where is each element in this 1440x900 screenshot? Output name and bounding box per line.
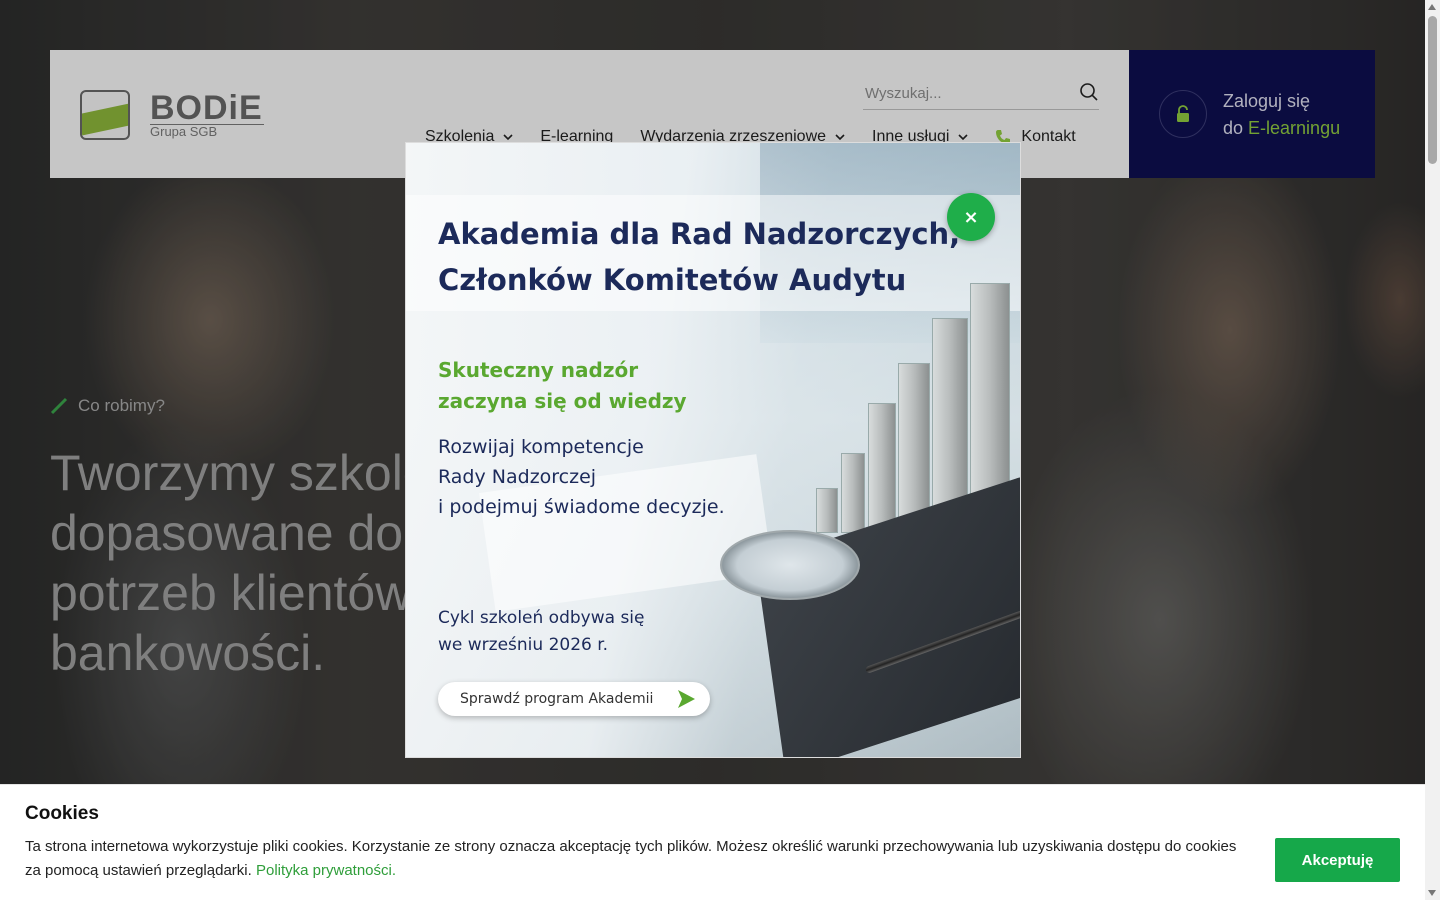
scrollbar-thumb[interactable]: [1428, 16, 1437, 164]
cookie-description: Ta strona internetowa wykorzystuje pliki…: [25, 838, 1237, 879]
modal-tagline: Skuteczny nadzór zaczyna się od wiedzy: [438, 355, 687, 417]
modal-body-line: Rady Nadzorczej: [438, 466, 597, 488]
modal-tagline-line: Skuteczny nadzór: [438, 358, 639, 382]
modal-close-button[interactable]: ×: [947, 193, 995, 241]
cookie-text: Ta strona internetowa wykorzystuje pliki…: [25, 835, 1255, 883]
check-program-button[interactable]: Sprawdź program Akademii: [438, 682, 710, 716]
modal-date-line: we wrześniu 2026 r.: [438, 635, 609, 655]
modal-body: Rozwijaj kompetencje Rady Nadzorczej i p…: [438, 432, 725, 522]
scroll-up-icon[interactable]: [1428, 4, 1436, 10]
modal-title-line: Akademia dla Rad Nadzorczych,: [438, 217, 961, 251]
play-arrow-icon: [678, 690, 695, 708]
modal-body-line: i podejmuj świadome decyzje.: [438, 496, 725, 518]
check-program-label: Sprawdź program Akademii: [460, 691, 654, 707]
modal-tagline-line: zaczyna się od wiedzy: [438, 389, 687, 413]
modal-title-line: Członków Komitetów Audytu: [438, 263, 907, 297]
accept-cookies-button[interactable]: Akceptuję: [1275, 838, 1400, 882]
modal-date-line: Cykl szkoleń odbywa się: [438, 608, 645, 628]
compass-image: [720, 530, 860, 600]
scrollbar[interactable]: [1425, 0, 1440, 900]
privacy-policy-link[interactable]: Polityka prywatności.: [256, 862, 396, 879]
promo-modal: Akademia dla Rad Nadzorczych, Członków K…: [405, 142, 1021, 758]
modal-date: Cykl szkoleń odbywa się we wrześniu 2026…: [438, 605, 645, 659]
cookie-title: Cookies: [25, 803, 99, 824]
scroll-down-icon[interactable]: [1428, 890, 1436, 896]
modal-title: Akademia dla Rad Nadzorczych, Członków K…: [438, 211, 960, 303]
cookie-banner: Cookies Ta strona internetowa wykorzystu…: [0, 784, 1425, 900]
modal-body-line: Rozwijaj kompetencje: [438, 436, 644, 458]
notebook-image: [756, 476, 1020, 757]
